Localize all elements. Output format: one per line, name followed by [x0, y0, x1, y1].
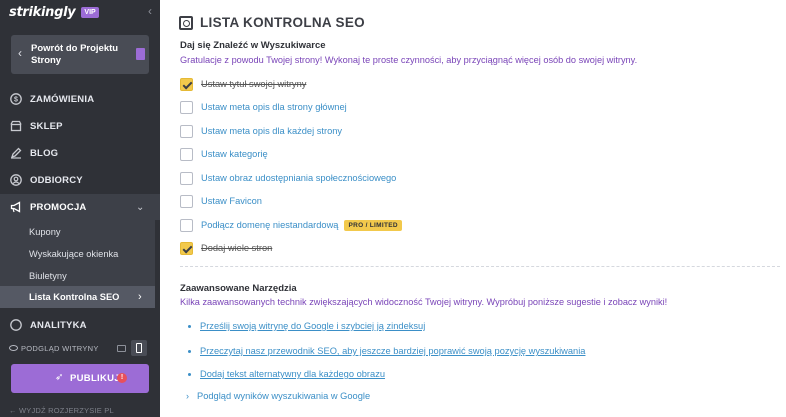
checklist-item[interactable]: Ustaw tytuł swojej witryny — [180, 77, 306, 91]
checkbox[interactable] — [180, 100, 193, 114]
mobile-icon — [136, 343, 142, 353]
advanced-tool-link[interactable]: Przeczytaj nasz przewodnik SEO, aby jesz… — [188, 345, 585, 357]
checklist-label[interactable]: Dodaj wiele stron — [201, 243, 272, 253]
submenu-item-seo-checklist[interactable]: Lista Kontrolna SEO › — [0, 286, 155, 308]
nav-item-orders[interactable]: $ ZAMÓWIENIA — [0, 86, 160, 112]
submenu-item-newsletters[interactable]: Biuletyny — [0, 265, 155, 287]
nav-label: ANALITYKA — [30, 319, 87, 331]
checklist-item[interactable]: Dodaj wiele stron — [180, 241, 272, 255]
nav-label: ZAMÓWIENIA — [30, 93, 95, 105]
dollar-icon: $ — [10, 93, 22, 105]
submenu-label: Lista Kontrolna SEO — [29, 292, 120, 302]
google-preview-expander[interactable]: › Podgląd wyników wyszukiwania w Google — [186, 391, 370, 401]
checkbox[interactable] — [180, 218, 193, 232]
advanced-tool-link[interactable]: Prześlij swoją witrynę do Google i szybc… — [188, 320, 425, 332]
nav-item-blog[interactable]: BLOG — [0, 140, 160, 166]
checklist-item[interactable]: Ustaw meta opis dla strony głównej — [180, 100, 347, 114]
checkbox[interactable] — [180, 171, 193, 185]
checklist-item[interactable]: Ustaw meta opis dla każdej strony — [180, 124, 342, 138]
checklist-label[interactable]: Ustaw obraz udostępniania społecznościow… — [201, 173, 396, 183]
nav-item-audience[interactable]: ODBIORCY — [0, 167, 160, 193]
mobile-preview-button[interactable] — [131, 340, 147, 356]
back-button-label: Powrót do Projektu Strony — [31, 43, 119, 66]
bullet-icon — [188, 372, 191, 376]
nav-item-analytics[interactable]: ANALITYKA — [0, 312, 160, 338]
chevron-down-icon: ⌄ — [136, 201, 145, 213]
nav-label: BLOG — [30, 147, 59, 159]
section-desc-get-found: Gratulacje z powodu Twojej strony! Wykon… — [180, 55, 638, 65]
pro-limited-badge: PRO / LIMITED — [344, 219, 402, 231]
users-icon — [10, 174, 22, 186]
nav-item-store[interactable]: SKLEP — [0, 113, 160, 139]
submenu-label: Biuletyny — [29, 271, 67, 281]
nav-item-promotion[interactable]: PROMOCJA ⌄ — [0, 194, 160, 220]
checklist-item[interactable]: Ustaw kategorię — [180, 147, 268, 161]
chevron-right-icon: › — [186, 391, 189, 401]
nav-label: SKLEP — [30, 120, 63, 132]
vip-badge: VIP — [81, 6, 99, 18]
checkbox[interactable] — [180, 147, 193, 161]
checkbox[interactable] — [180, 124, 193, 138]
checklist-label[interactable]: Ustaw meta opis dla każdej strony — [201, 126, 342, 136]
publish-label: PUBLIKUJ — [70, 373, 120, 384]
pen-icon — [10, 147, 22, 159]
checklist-item[interactable]: Ustaw obraz udostępniania społecznościow… — [180, 171, 396, 185]
store-icon — [10, 120, 22, 132]
main-content: LISTA KONTROLNA SEO Daj się Znaleźć w Wy… — [160, 0, 786, 417]
site-preview-bar: PODGLĄD WITRYNY — [0, 338, 160, 360]
chevron-left-icon: ‹ — [18, 46, 22, 60]
warning-badge: ! — [117, 373, 127, 383]
svg-text:$: $ — [14, 97, 18, 104]
checklist-label[interactable]: Ustaw Favicon — [201, 196, 262, 206]
sidebar-footer[interactable]: ← WYJDŹ ROZJERZYSIE PL — [9, 406, 114, 415]
submenu-item-popups[interactable]: Wyskakujące okienka — [0, 243, 155, 265]
chart-icon — [10, 319, 22, 331]
link-text[interactable]: Dodaj tekst alternatywny dla każdego obr… — [200, 369, 385, 379]
link-text[interactable]: Prześlij swoją witrynę do Google i szybc… — [200, 321, 425, 331]
checkbox-checked[interactable] — [180, 77, 193, 91]
eye-icon — [9, 345, 18, 351]
submenu-label: Kupony — [29, 227, 61, 237]
checklist-label[interactable]: Ustaw kategorię — [201, 149, 268, 159]
bullet-icon — [188, 324, 191, 328]
nav-label: ODBIORCY — [30, 174, 83, 186]
section-title-advanced-tools: Zaawansowane Narzędzia — [180, 283, 297, 294]
rocket-icon: ➶ — [55, 372, 64, 383]
section-desc-advanced-tools: Kilka zaawansowanych technik zwiększając… — [180, 297, 668, 307]
checklist-item[interactable]: Ustaw Favicon — [180, 194, 262, 208]
publish-button[interactable]: ➶ PUBLIKUJ ! — [11, 364, 149, 393]
preview-label: PODGLĄD WITRYNY — [21, 344, 99, 353]
checklist-item[interactable]: Podłącz domenę niestandardową PRO / LIMI… — [180, 218, 402, 232]
expander-label[interactable]: Podgląd wyników wyszukiwania w Google — [197, 391, 370, 401]
submenu-item-coupons[interactable]: Kupony — [0, 221, 155, 243]
checklist-label[interactable]: Podłącz domenę niestandardową — [201, 220, 338, 230]
collapse-sidebar-icon[interactable]: ‹ — [148, 4, 152, 18]
nav-label: PROMOCJA — [30, 201, 87, 213]
search-icon — [179, 16, 193, 30]
megaphone-icon — [10, 201, 22, 213]
checkbox[interactable] — [180, 194, 193, 208]
link-text[interactable]: Przeczytaj nasz przewodnik SEO, aby jesz… — [200, 346, 585, 356]
page-title: LISTA KONTROLNA SEO — [200, 15, 365, 30]
sidebar: strikingly VIP ‹ ‹ Powrót do Projektu St… — [0, 0, 160, 417]
submenu-label: Wyskakujące okienka — [29, 249, 119, 259]
document-icon — [136, 48, 145, 60]
chevron-right-icon: › — [138, 291, 142, 303]
back-to-project-button[interactable]: ‹ Powrót do Projektu Strony — [11, 35, 149, 74]
checklist-label[interactable]: Ustaw meta opis dla strony głównej — [201, 102, 347, 112]
brand-name: strikingly — [9, 4, 76, 20]
checkbox-checked[interactable] — [180, 241, 193, 255]
desktop-icon[interactable] — [117, 345, 126, 352]
checklist-label[interactable]: Ustaw tytuł swojej witryny — [201, 79, 306, 89]
section-title-get-found: Daj się Znaleźć w Wyszukiwarce — [180, 40, 326, 51]
promotion-submenu: Kupony Wyskakujące okienka Biuletyny Lis… — [0, 220, 155, 308]
section-divider — [180, 266, 780, 267]
brand-logo[interactable]: strikingly VIP — [9, 4, 99, 20]
bullet-icon — [188, 349, 191, 353]
advanced-tool-link[interactable]: Dodaj tekst alternatywny dla każdego obr… — [188, 368, 385, 380]
